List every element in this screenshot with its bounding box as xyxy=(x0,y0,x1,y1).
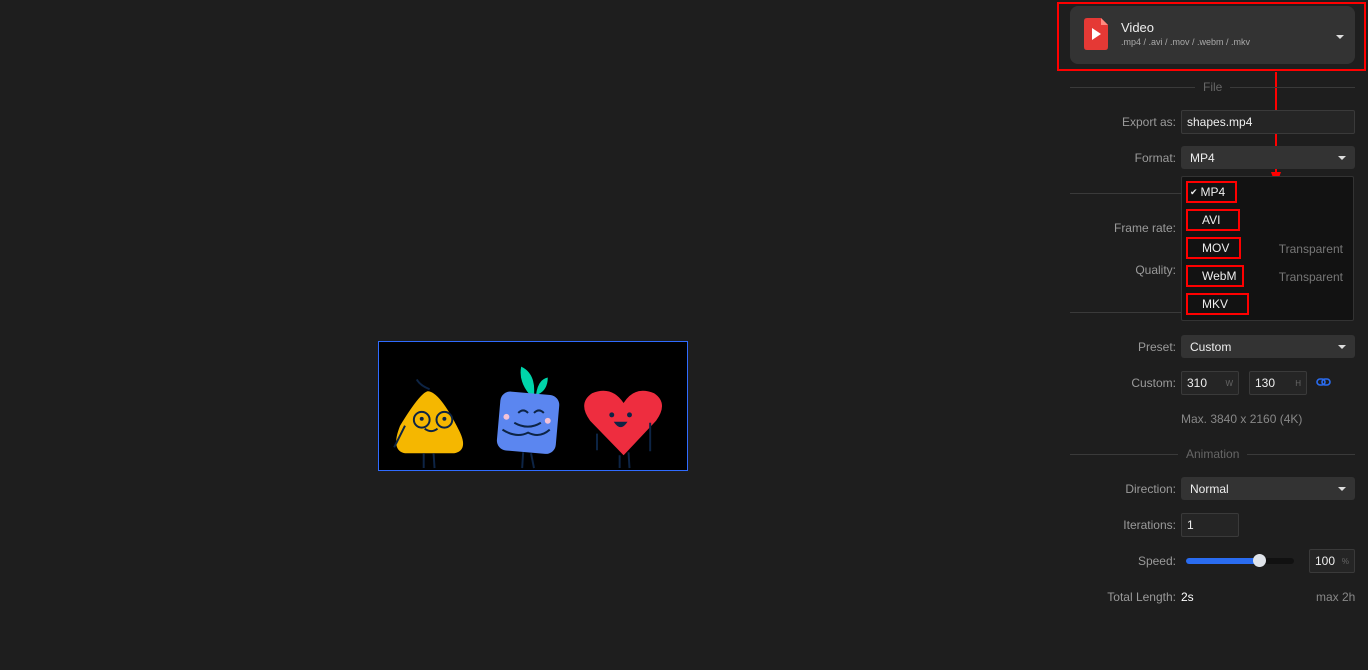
speed-slider-thumb[interactable] xyxy=(1253,554,1267,567)
speed-slider-fill xyxy=(1186,558,1260,564)
max-length-note: max 2h xyxy=(1316,590,1356,604)
width-unit: W xyxy=(1225,378,1233,388)
format-dropdown-list: ✔ MP4 AVI MOV Transparent WebM Transparen… xyxy=(1181,176,1354,321)
link-icon[interactable] xyxy=(1316,377,1331,387)
quality-label: Quality: xyxy=(1135,263,1176,277)
option-label: MKV xyxy=(1202,297,1229,311)
option-label: MOV xyxy=(1202,241,1230,255)
check-icon: ✔ xyxy=(1190,186,1198,197)
frame-rate-label: Frame rate: xyxy=(1113,221,1176,235)
chevron-down-icon xyxy=(1338,155,1346,160)
preset-label: Preset: xyxy=(1137,340,1176,354)
divider xyxy=(1070,193,1182,194)
direction-label: Direction: xyxy=(1125,482,1176,496)
custom-label: Custom: xyxy=(1131,376,1176,390)
format-option-mov[interactable]: MOV xyxy=(1186,237,1241,259)
export-as-input[interactable]: shapes.mp4 xyxy=(1181,110,1355,134)
preset-value: Custom xyxy=(1190,339,1232,354)
direction-value: Normal xyxy=(1190,481,1229,496)
transparent-note: Transparent xyxy=(1278,242,1343,256)
speed-label: Speed: xyxy=(1137,554,1176,568)
heart-character xyxy=(584,390,663,469)
preview-canvas xyxy=(378,341,688,471)
speed-slider[interactable] xyxy=(1186,554,1294,567)
iterations-input[interactable]: 1 xyxy=(1181,513,1239,537)
format-option-avi[interactable]: AVI xyxy=(1186,209,1240,231)
width-value: 310 xyxy=(1187,376,1208,390)
divider xyxy=(1070,312,1182,313)
option-label: MP4 xyxy=(1200,185,1226,199)
direction-select[interactable]: Normal xyxy=(1181,477,1355,500)
speed-unit: % xyxy=(1341,556,1349,566)
section-file: File xyxy=(1195,80,1231,94)
chevron-down-icon xyxy=(1336,35,1344,39)
option-label: AVI xyxy=(1202,213,1221,227)
max-resolution-text: Max. 3840 x 2160 (4K) xyxy=(1181,412,1303,426)
height-value: 130 xyxy=(1255,376,1276,390)
speed-value: 100 xyxy=(1315,554,1336,568)
option-label: WebM xyxy=(1202,269,1237,283)
speed-input[interactable]: 100% xyxy=(1309,549,1355,573)
iterations-label: Iterations: xyxy=(1123,518,1176,532)
export-type-title: Video xyxy=(1121,20,1155,35)
apple-character xyxy=(496,366,560,469)
shapes-illustration xyxy=(393,366,663,469)
video-file-icon xyxy=(1084,18,1108,50)
height-input[interactable]: 130 H xyxy=(1249,371,1307,395)
format-select[interactable]: MP4 xyxy=(1181,146,1355,169)
preset-select[interactable]: Custom xyxy=(1181,335,1355,358)
transparent-note: Transparent xyxy=(1278,270,1343,284)
chevron-down-icon xyxy=(1338,486,1346,491)
export-type-subtitle: .mp4 / .avi / .mov / .webm / .mkv xyxy=(1121,37,1251,47)
height-unit: H xyxy=(1295,378,1301,388)
format-option-mp4[interactable]: ✔ MP4 xyxy=(1186,181,1237,203)
format-label: Format: xyxy=(1134,151,1176,165)
total-length-value: 2s xyxy=(1181,590,1194,604)
width-input[interactable]: 310 W xyxy=(1181,371,1239,395)
section-animation: Animation xyxy=(1178,447,1248,461)
format-value: MP4 xyxy=(1190,150,1215,165)
total-length-label: Total Length: xyxy=(1107,590,1176,604)
chevron-down-icon xyxy=(1338,344,1346,349)
format-option-webm[interactable]: WebM xyxy=(1186,265,1244,287)
export-as-label: Export as: xyxy=(1121,115,1176,129)
format-option-mkv[interactable]: MKV xyxy=(1186,293,1249,315)
export-type-dropdown[interactable]: Video .mp4 / .avi / .mov / .webm / .mkv xyxy=(1070,6,1355,64)
pear-character xyxy=(393,378,464,469)
